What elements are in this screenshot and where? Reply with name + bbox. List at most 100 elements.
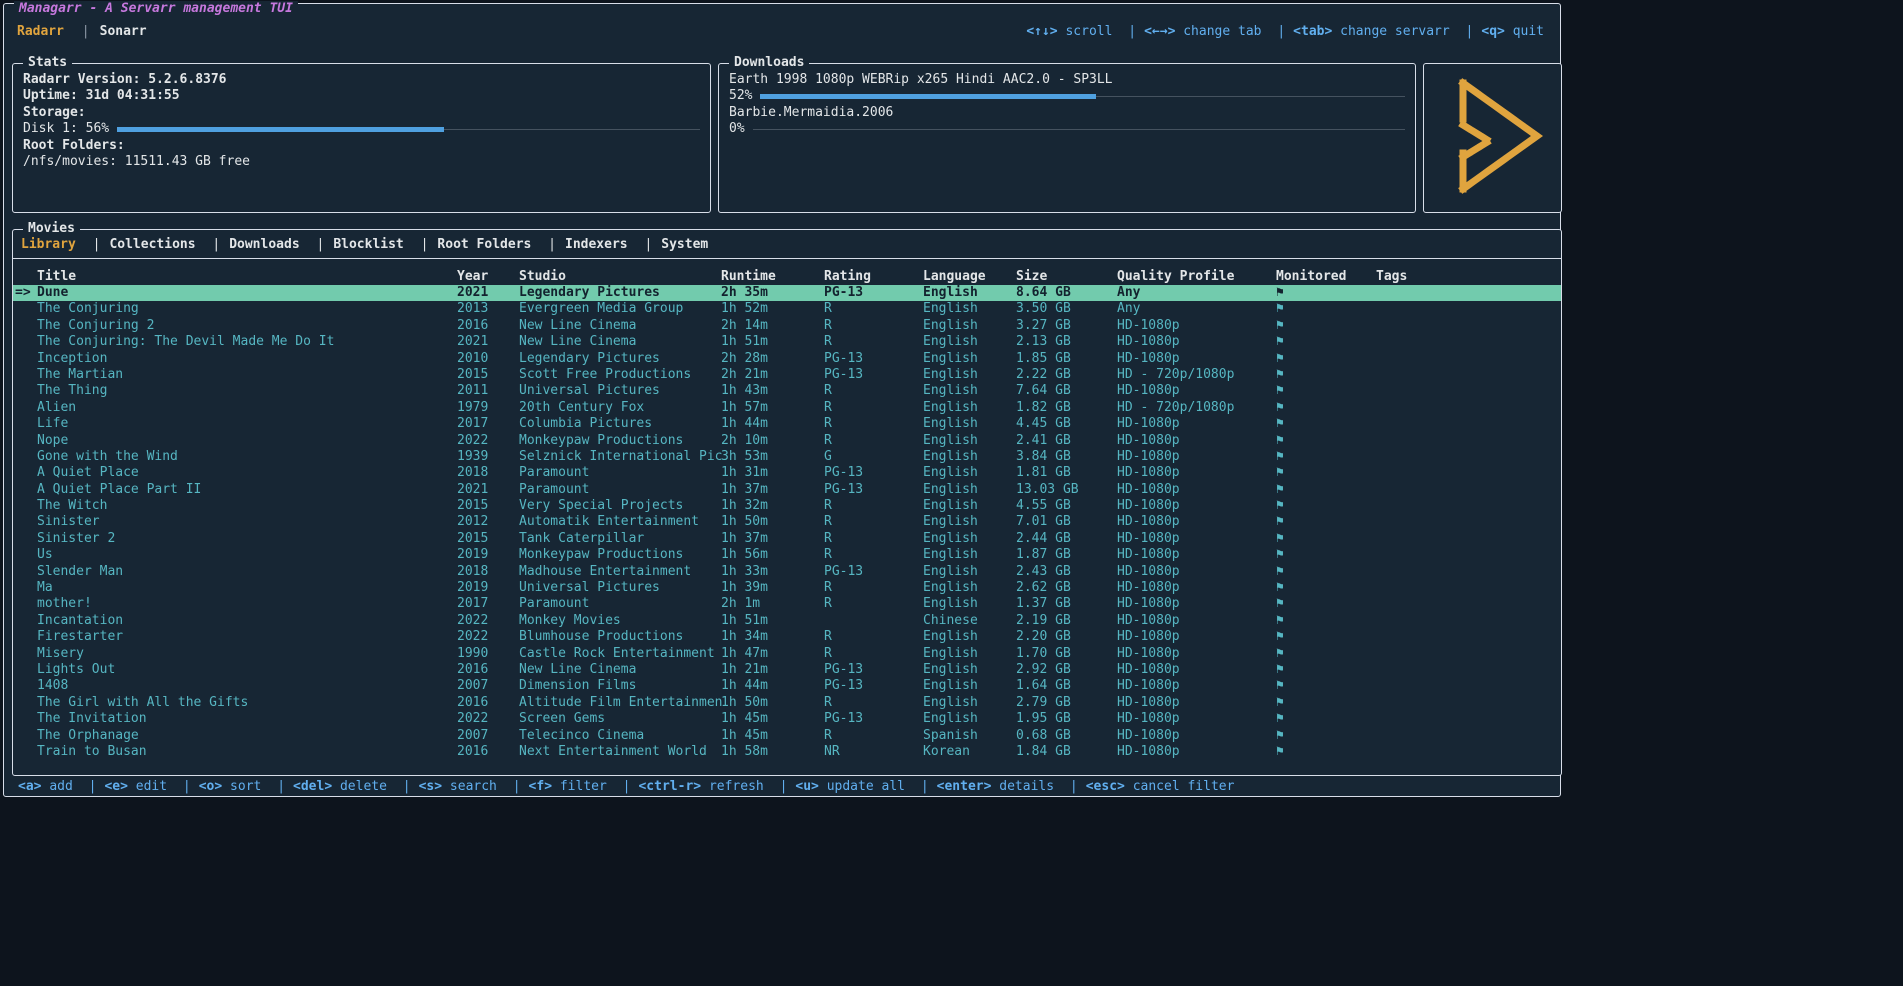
table-row[interactable]: A Quiet Place 2018 Paramount 1h 31m PG-1… <box>13 465 1561 481</box>
movie-quality-profile: Any <box>1117 285 1276 301</box>
table-row[interactable]: mother! 2017 Paramount 2h 1m R English 1… <box>13 596 1561 612</box>
movie-quality-profile: HD-1080p <box>1117 514 1276 530</box>
movie-language: English <box>923 367 1016 383</box>
table-row[interactable]: The Girl with All the Gifts 2016 Altitud… <box>13 695 1561 711</box>
movie-runtime: 1h 50m <box>721 695 824 711</box>
table-row[interactable]: The Witch 2015 Very Special Projects 1h … <box>13 498 1561 514</box>
movie-language: English <box>923 695 1016 711</box>
movie-size: 1.64 GB <box>1016 678 1117 694</box>
movie-runtime: 1h 21m <box>721 662 824 678</box>
table-row[interactable]: 1408 2007 Dimension Films 1h 44m PG-13 E… <box>13 678 1561 694</box>
keybind-label: quit <box>1513 24 1544 39</box>
table-row[interactable]: Ma 2019 Universal Pictures 1h 39m R Engl… <box>13 580 1561 596</box>
movie-studio: Altitude Film Entertainmen <box>519 695 721 711</box>
movie-rating: R <box>824 334 923 350</box>
table-row[interactable]: Alien 1979 20th Century Fox 1h 57m R Eng… <box>13 400 1561 416</box>
table-row[interactable]: The Conjuring 2 2016 New Line Cinema 2h … <box>13 318 1561 334</box>
table-row[interactable]: The Orphanage 2007 Telecinco Cinema 1h 4… <box>13 728 1561 744</box>
movies-tab[interactable]: Indexers <box>539 237 627 252</box>
keybind-label: update all <box>827 779 905 794</box>
table-row[interactable]: A Quiet Place Part II 2021 Paramount 1h … <box>13 482 1561 498</box>
monitored-tag-icon: ⚑ <box>1276 728 1376 744</box>
movie-rating: R <box>824 301 923 317</box>
monitored-tag-icon: ⚑ <box>1276 383 1376 399</box>
table-row[interactable]: Sinister 2 2015 Tank Caterpillar 1h 37m … <box>13 531 1561 547</box>
movie-title: The Conjuring: The Devil Made Me Do It <box>37 334 457 350</box>
movie-size: 2.41 GB <box>1016 433 1117 449</box>
monitored-tag-icon: ⚑ <box>1276 433 1376 449</box>
movies-tab[interactable]: Blocklist <box>307 237 403 252</box>
movie-studio: New Line Cinema <box>519 662 721 678</box>
movies-tab[interactable]: Collections <box>84 237 196 252</box>
movie-runtime: 1h 33m <box>721 564 824 580</box>
download-percent: 52% <box>729 88 752 104</box>
download-item: Barbie.Mermaidia.2006 0% <box>729 105 1405 138</box>
table-row[interactable]: Life 2017 Columbia Pictures 1h 44m R Eng… <box>13 416 1561 432</box>
movie-size: 3.84 GB <box>1016 449 1117 465</box>
movie-runtime: 1h 34m <box>721 629 824 645</box>
movie-studio: 20th Century Fox <box>519 400 721 416</box>
movie-language: English <box>923 678 1016 694</box>
movies-tab[interactable]: Downloads <box>203 237 299 252</box>
servarr-tab[interactable]: Sonarr <box>72 24 147 39</box>
movies-tab[interactable]: System <box>635 237 708 252</box>
movie-rating: R <box>824 498 923 514</box>
table-row[interactable]: Train to Busan 2016 Next Entertainment W… <box>13 744 1561 760</box>
movie-size: 3.27 GB <box>1016 318 1117 334</box>
table-row[interactable]: Gone with the Wind 1939 Selznick Interna… <box>13 449 1561 465</box>
disk-usage-bar <box>117 127 700 132</box>
download-name: Earth 1998 1080p WEBRip x265 Hindi AAC2.… <box>729 72 1405 88</box>
movie-year: 2013 <box>457 301 519 317</box>
movie-runtime: 1h 51m <box>721 613 824 629</box>
monitored-tag-icon: ⚑ <box>1276 514 1376 530</box>
table-row[interactable]: Inception 2010 Legendary Pictures 2h 28m… <box>13 351 1561 367</box>
movie-year: 2007 <box>457 728 519 744</box>
movie-runtime: 1h 31m <box>721 465 824 481</box>
movie-studio: Castle Rock Entertainment <box>519 646 721 662</box>
movie-year: 2017 <box>457 416 519 432</box>
movie-studio: Universal Pictures <box>519 580 721 596</box>
keybind-key: <ctrl-r> <box>638 779 701 794</box>
movie-quality-profile: HD-1080p <box>1117 580 1276 596</box>
table-row[interactable]: Misery 1990 Castle Rock Entertainment 1h… <box>13 646 1561 662</box>
movie-rating: R <box>824 416 923 432</box>
table-row[interactable]: Us 2019 Monkeypaw Productions 1h 56m R E… <box>13 547 1561 563</box>
column-header-studio: Studio <box>519 268 721 285</box>
movie-title: The Conjuring 2 <box>37 318 457 334</box>
table-row[interactable]: Incantation 2022 Monkey Movies 1h 51m Ch… <box>13 613 1561 629</box>
movie-year: 2015 <box>457 531 519 547</box>
monitored-tag-icon: ⚑ <box>1276 400 1376 416</box>
movie-language: English <box>923 449 1016 465</box>
monitored-tag-icon: ⚑ <box>1276 285 1376 301</box>
column-header-size: Size <box>1016 268 1117 285</box>
keybind-hint: <f> filter <box>505 779 607 794</box>
table-row[interactable]: Nope 2022 Monkeypaw Productions 2h 10m R… <box>13 433 1561 449</box>
movie-year: 2018 <box>457 564 519 580</box>
movie-size: 1.84 GB <box>1016 744 1117 760</box>
table-row[interactable]: Slender Man 2018 Madhouse Entertainment … <box>13 564 1561 580</box>
table-row[interactable]: The Conjuring: The Devil Made Me Do It 2… <box>13 334 1561 350</box>
table-row[interactable]: The Conjuring 2013 Evergreen Media Group… <box>13 301 1561 317</box>
movie-studio: New Line Cinema <box>519 334 721 350</box>
table-row[interactable]: The Invitation 2022 Screen Gems 1h 45m P… <box>13 711 1561 727</box>
keybind-label: edit <box>136 779 167 794</box>
table-row[interactable]: Lights Out 2016 New Line Cinema 1h 21m P… <box>13 662 1561 678</box>
movie-year: 2019 <box>457 580 519 596</box>
movies-tab[interactable]: Root Folders <box>412 237 532 252</box>
movie-studio: Next Entertainment World <box>519 744 721 760</box>
table-row[interactable]: The Thing 2011 Universal Pictures 1h 43m… <box>13 383 1561 399</box>
movie-language: English <box>923 711 1016 727</box>
movie-size: 2.22 GB <box>1016 367 1117 383</box>
table-row[interactable]: Firestarter 2022 Blumhouse Productions 1… <box>13 629 1561 645</box>
keybind-key: <esc> <box>1086 779 1125 794</box>
movie-quality-profile: HD-1080p <box>1117 564 1276 580</box>
table-row[interactable]: => Dune 2021 Legendary Pictures 2h 35m P… <box>13 285 1561 301</box>
table-row[interactable]: The Martian 2015 Scott Free Productions … <box>13 367 1561 383</box>
movie-year: 2016 <box>457 318 519 334</box>
monitored-tag-icon: ⚑ <box>1276 744 1376 760</box>
table-row[interactable]: Sinister 2012 Automatik Entertainment 1h… <box>13 514 1561 530</box>
monitored-tag-icon: ⚑ <box>1276 596 1376 612</box>
version-label: Radarr Version: <box>23 72 140 87</box>
movies-tab[interactable]: Library <box>21 237 76 252</box>
servarr-tab[interactable]: Radarr <box>17 24 64 39</box>
